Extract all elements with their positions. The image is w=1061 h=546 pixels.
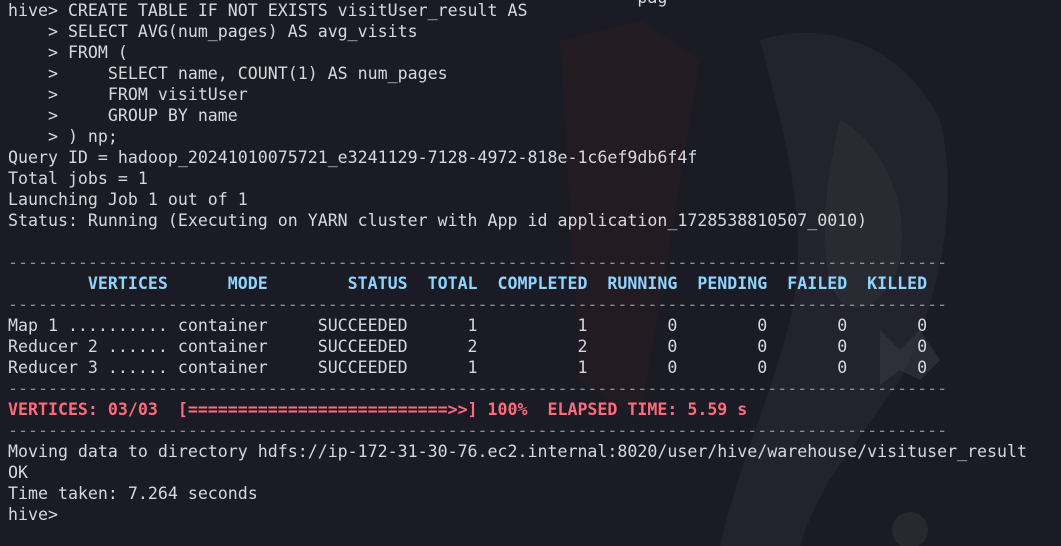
terminal-line: Status: Running (Executing on YARN clust… xyxy=(8,211,868,230)
terminal-line: ----------------------------------------… xyxy=(8,379,948,398)
terminal-line: Launching Job 1 out of 1 xyxy=(8,190,248,209)
terminal-line: ----------------------------------------… xyxy=(8,253,948,272)
terminal-line: Moving data to directory hdfs://ip-172-3… xyxy=(8,442,1028,461)
terminal-line: > GROUP BY name xyxy=(8,106,238,125)
terminal-line: VERTICES: 03/03 [=======================… xyxy=(8,400,748,419)
terminal-line: ----------------------------------------… xyxy=(8,295,948,314)
terminal-line: hive> CREATE TABLE IF NOT EXISTS visitUs… xyxy=(8,1,528,20)
terminal-line: Total jobs = 1 xyxy=(8,169,148,188)
terminal-line: Reducer 3 ...... container SUCCEEDED 1 1… xyxy=(8,358,928,377)
terminal-line: > SELECT AVG(num_pages) AS avg_visits xyxy=(8,22,418,41)
terminal-line: > FROM ( xyxy=(8,43,128,62)
terminal-output[interactable]: pag hive> CREATE TABLE IF NOT EXISTS vis… xyxy=(0,0,1061,546)
terminal-lines: hive> CREATE TABLE IF NOT EXISTS visitUs… xyxy=(8,0,1061,525)
terminal-line: VERTICES MODE STATUS TOTAL COMPLETED RUN… xyxy=(8,274,928,293)
terminal-line: OK xyxy=(8,463,28,482)
terminal-line: hive> xyxy=(8,505,58,524)
terminal-line: Query ID = hadoop_20241010075721_e324112… xyxy=(8,148,698,167)
terminal-line: Map 1 .......... container SUCCEEDED 1 1… xyxy=(8,316,928,335)
terminal-line: > FROM visitUser xyxy=(8,85,248,104)
terminal-line: > ) np; xyxy=(8,127,118,146)
terminal-line: Reducer 2 ...... container SUCCEEDED 2 2… xyxy=(8,337,928,356)
terminal-line: Time taken: 7.264 seconds xyxy=(8,484,258,503)
terminal-line: ----------------------------------------… xyxy=(8,421,948,440)
terminal-line: > SELECT name, COUNT(1) AS num_pages xyxy=(8,64,448,83)
